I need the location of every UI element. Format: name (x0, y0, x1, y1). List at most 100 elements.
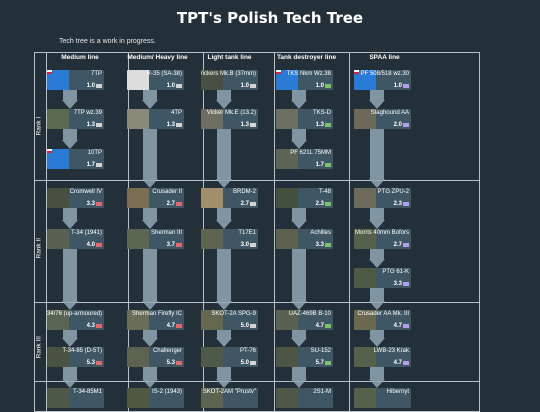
vehicle-name: IS-2 (1943) (151, 389, 182, 395)
battle-rating: 1.7 (86, 162, 95, 168)
spaa-class-icon (403, 202, 409, 206)
vehicle-name: Crusader AA Mk. III (357, 311, 409, 317)
battle-rating: 5.0 (240, 360, 249, 366)
vehicle-card-7tp[interactable]: 7TP 1.0 (47, 70, 104, 90)
vehicle-thumbnail (276, 109, 298, 129)
tree-arrow-shaft (63, 330, 77, 338)
vehicle-card-challenger[interactable]: Challenger 5.3 (127, 347, 184, 367)
vehicle-card-skot2am[interactable]: SKOT-2AM "Prustv" (201, 388, 258, 408)
tree-arrow-shaft (63, 367, 77, 379)
vehicle-name: PTG ZPU-2 (377, 189, 409, 195)
vehicle-card-vickersb[interactable]: Vickers Mk.B (37mm) 1.0 (201, 70, 258, 90)
vehicle-thumbnail (47, 229, 69, 249)
column-divider (274, 53, 275, 411)
battle-rating: 1.7 (315, 162, 324, 168)
vehicle-name: PTG 61-K (382, 269, 409, 275)
vehicle-card-pf621[interactable]: PF 621L 75MM 1.7 (276, 149, 333, 169)
vehicle-card-tks38[interactable]: TKS Nkm Wz.38 1.0 (276, 70, 333, 90)
tree-arrow-shaft (63, 249, 77, 301)
battle-rating: 2.0 (393, 122, 402, 128)
vehicle-name: Sherman III (150, 230, 182, 236)
tree-arrow-head (142, 301, 158, 310)
vehicle-card-t17e1[interactable]: T17E1 3.0 (201, 229, 258, 249)
battle-rating: 1.3 (240, 122, 249, 128)
vehicle-thumbnail (354, 347, 376, 367)
light-class-icon (250, 324, 256, 328)
spaa-class-icon (403, 361, 409, 365)
vehicle-card-lwb23[interactable]: LWB-23 Krak 4.7 (354, 347, 411, 367)
vehicle-card-10tp[interactable]: 10TP 1.7 (47, 149, 104, 169)
vehicle-thumbnail (201, 347, 223, 367)
tree-arrow-head (62, 100, 78, 109)
vehicle-card-pt76[interactable]: PT-76 5.0 (201, 347, 258, 367)
tree-arrow-head (142, 100, 158, 109)
column-header: Light tank line (207, 54, 252, 61)
vehicle-card-t3485[interactable]: T-34-85 (D-5T) 5.3 (47, 347, 104, 367)
battle-rating: 1.0 (315, 83, 324, 89)
vehicle-thumbnail (127, 347, 149, 367)
vehicle-card-sherman3[interactable]: Sherman III 3.7 (127, 229, 184, 249)
column-header: SPAA line (369, 54, 400, 61)
vehicle-card-t48[interactable]: T-48 2.3 (276, 188, 333, 208)
vehicle-card-achilles[interactable]: Achilles 3.3 (276, 229, 333, 249)
vehicle-card-crusaderaa[interactable]: Crusader AA Mk. III 4.7 (354, 310, 411, 330)
vehicle-card-4tp[interactable]: 4TP 1.3 (127, 109, 184, 129)
battle-rating: 5.3 (166, 360, 175, 366)
vehicle-thumbnail (276, 388, 298, 408)
vehicle-name: TKS Nkm Wz.38 (286, 71, 331, 77)
vehicle-card-su152[interactable]: SU-152 5.7 (276, 347, 333, 367)
vehicle-card-tksd[interactable]: TKS-D 1.3 (276, 109, 333, 129)
vehicle-name: Challenger (152, 348, 182, 354)
vehicle-card-t3485m1[interactable]: T-34-85M1 (47, 388, 104, 408)
vehicle-card-zpu2[interactable]: PTG ZPU-2 2.3 (354, 188, 411, 208)
vehicle-card-pf508[interactable]: PF 508/518 wz.30 1.0 (354, 70, 411, 90)
tree-arrow-head (142, 220, 158, 229)
vehicle-name: R-35 (SA-38) (146, 71, 182, 77)
vehicle-name: Staghound AA (370, 110, 409, 116)
light-class-icon (250, 243, 256, 247)
tree-arrow-head (369, 379, 385, 388)
vehicle-card-crusader2[interactable]: Crusader II 2.7 (127, 188, 184, 208)
vehicle-name: Achilles (310, 230, 331, 236)
vehicle-name: 2S1-M (313, 389, 331, 395)
vehicle-card-t34[interactable]: T-34 (1941) 4.0 (47, 229, 104, 249)
rank-label: Rank III (35, 336, 43, 359)
tree-arrow-shaft (292, 249, 306, 301)
vehicle-card-2s1m[interactable]: 2S1-M (276, 388, 333, 408)
tree-arrow-head (62, 301, 78, 310)
vehicle-card-7tp39[interactable]: 7TP wz.39 1.3 (47, 109, 104, 129)
vehicle-name: TKS-D (313, 110, 331, 116)
vehicle-thumbnail (276, 229, 298, 249)
vehicle-name: Hibernyt (386, 389, 409, 395)
tree-arrow-shaft (292, 367, 306, 379)
vehicle-card-cromwell[interactable]: Cromwell IV 3.3 (47, 188, 104, 208)
tree-arrow-shaft (217, 208, 231, 220)
vehicle-card-vickerse[interactable]: Vicker Mk.E (13.2) 1.3 (201, 109, 258, 129)
vehicle-card-ptg61k[interactable]: PTG 61-K 3.3 (354, 268, 411, 288)
battle-rating: 4.0 (86, 242, 95, 248)
vehicle-card-hibernyt[interactable]: Hibernyt (354, 388, 411, 408)
tree-arrow-shaft (143, 208, 157, 220)
vehicle-card-staghound[interactable]: Staghound AA 2.0 (354, 109, 411, 129)
tree-arrow-head (216, 100, 232, 109)
vehicle-card-firefly[interactable]: Sherman Firefly IC 4.7 (127, 310, 184, 330)
vehicle-card-is2[interactable]: IS-2 (1943) (127, 388, 184, 408)
vehicle-name: BRDM-2 (232, 189, 256, 195)
tree-arrow-shaft (63, 90, 77, 100)
light-class-icon (96, 84, 102, 88)
vehicle-card-brdm2[interactable]: BRDM-2 2.7 (201, 188, 258, 208)
vehicle-card-r35[interactable]: R-35 (SA-38) 1.0 (127, 70, 184, 90)
vehicle-name: T-34/76 (up-armoured) (47, 311, 102, 317)
vehicle-card-morris[interactable]: Morris 40mm Bofors 2.7 (354, 229, 411, 249)
tree-arrow-shaft (143, 249, 157, 301)
vehicle-card-skot2a[interactable]: SKOT-2A SPG-9 5.0 (201, 310, 258, 330)
battle-rating: 3.3 (86, 201, 95, 207)
column-header: Tank destroyer line (276, 54, 337, 61)
vehicle-name: Vicker Mk.E (13.2) (206, 110, 256, 116)
vehicle-thumbnail (127, 388, 149, 408)
vehicle-card-uaz[interactable]: UAZ-469B B-10 4.7 (276, 310, 333, 330)
spaa-class-icon (403, 324, 409, 328)
tree-arrow-head (216, 179, 232, 188)
vehicle-card-t3476[interactable]: T-34/76 (up-armoured) 4.3 (47, 310, 104, 330)
vehicle-name: PF 621L 75MM (290, 150, 331, 156)
